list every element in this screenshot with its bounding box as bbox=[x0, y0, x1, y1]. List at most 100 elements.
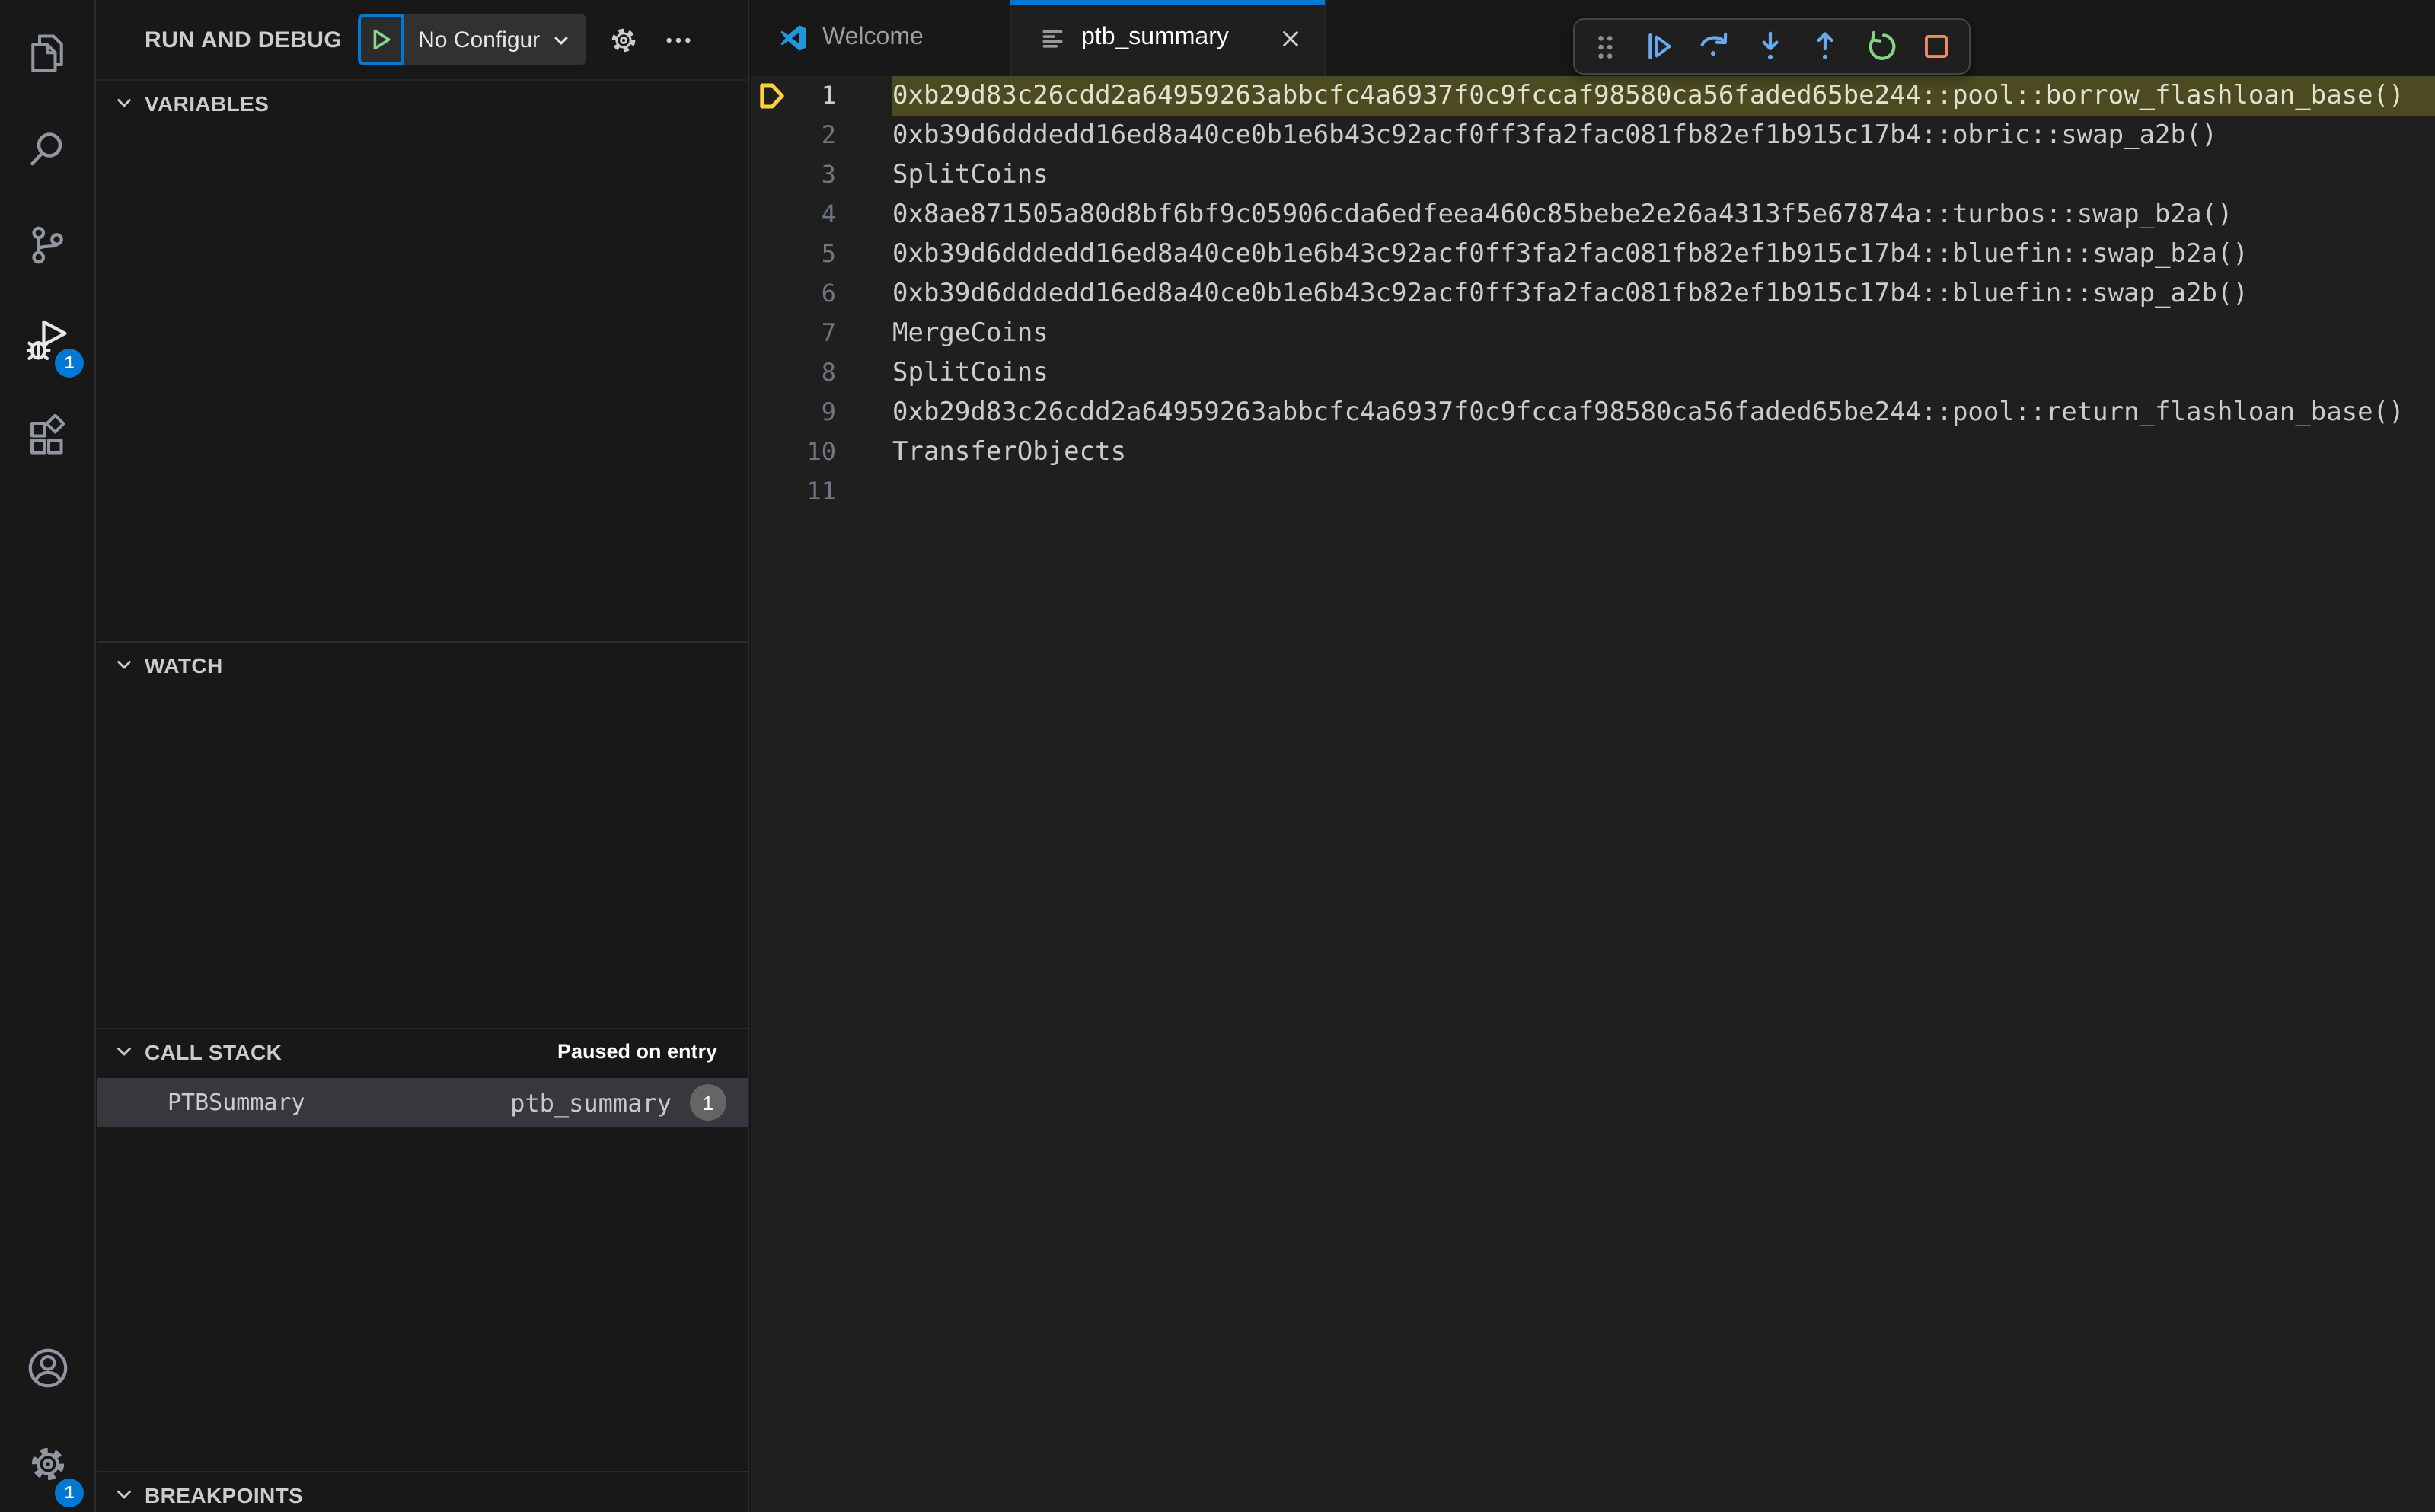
tab-welcome[interactable]: Welcome bbox=[751, 0, 1011, 76]
chevron-down-icon bbox=[551, 30, 570, 49]
code-text: 0xb39d6dddedd16ed8a40ce0b1e6b43c92acf0ff… bbox=[892, 279, 2248, 309]
debug-configuration-label: No Configur bbox=[418, 27, 541, 53]
code-viewport[interactable]: 1 0xb29d83c26cdd2a64959263abbcfc4a6937f0… bbox=[751, 76, 2435, 1512]
activity-extensions[interactable] bbox=[0, 388, 94, 484]
activity-run-debug[interactable]: 1 bbox=[0, 292, 94, 388]
call-stack-section-label: CALL STACK bbox=[145, 1039, 282, 1064]
step-out-icon bbox=[1808, 29, 1843, 64]
call-stack-section-header[interactable]: CALL STACK Paused on entry bbox=[97, 1029, 748, 1073]
step-over-icon bbox=[1696, 29, 1731, 64]
code-line[interactable]: 6 0xb39d6dddedd16ed8a40ce0b1e6b43c92acf0… bbox=[751, 274, 2435, 314]
line-number: 11 bbox=[806, 477, 836, 506]
watch-section: WATCH bbox=[97, 641, 748, 1028]
code-line[interactable]: 10 TransferObjects bbox=[751, 432, 2435, 472]
editor-tab-bar: Welcome ptb_summary bbox=[751, 0, 2435, 76]
chevron-down-icon bbox=[114, 1041, 134, 1061]
line-number: 5 bbox=[821, 239, 836, 268]
settings-count-badge: 1 bbox=[55, 1479, 84, 1507]
step-over-button[interactable] bbox=[1696, 29, 1731, 64]
activity-accounts[interactable] bbox=[0, 1320, 94, 1416]
call-stack-frame-row[interactable]: PTBSummary ptb_summary 1 bbox=[97, 1078, 748, 1127]
stop-icon bbox=[1919, 29, 1954, 64]
code-text: TransferObjects bbox=[892, 437, 1127, 467]
code-text: SplitCoins bbox=[892, 160, 1048, 190]
code-text: 0xb29d83c26cdd2a64959263abbcfc4a6937f0c9… bbox=[892, 76, 2435, 116]
code-line[interactable]: 8 SplitCoins bbox=[751, 353, 2435, 393]
continue-icon bbox=[1641, 29, 1676, 64]
step-into-icon bbox=[1752, 29, 1787, 64]
launch-control: No Configur bbox=[357, 14, 586, 65]
line-number: 6 bbox=[821, 279, 836, 308]
code-line[interactable]: 2 0xb39d6dddedd16ed8a40ce0b1e6b43c92acf0… bbox=[751, 116, 2435, 155]
line-number: 10 bbox=[806, 437, 836, 466]
watch-section-label: WATCH bbox=[145, 652, 223, 677]
continue-button[interactable] bbox=[1641, 29, 1676, 64]
code-line[interactable]: 11 bbox=[751, 472, 2435, 512]
chevron-down-icon bbox=[114, 1485, 134, 1504]
variables-section-header[interactable]: VARIABLES bbox=[97, 81, 748, 125]
code-text: 0x8ae871505a80d8bf6bf9c05906cda6edfeea46… bbox=[892, 199, 2233, 230]
close-icon[interactable] bbox=[1278, 25, 1304, 51]
line-number: 9 bbox=[821, 397, 836, 426]
line-number: 7 bbox=[821, 318, 836, 347]
tab-label: Welcome bbox=[822, 24, 924, 50]
views-more-actions-button[interactable] bbox=[663, 25, 692, 54]
grip-icon bbox=[1590, 30, 1620, 63]
chevron-down-icon bbox=[114, 655, 134, 675]
play-icon bbox=[366, 26, 394, 53]
chevron-down-icon bbox=[114, 93, 134, 113]
toolbar-drag-handle[interactable] bbox=[1590, 30, 1620, 63]
stop-button[interactable] bbox=[1919, 29, 1954, 64]
call-stack-frame-name: PTBSummary bbox=[168, 1089, 305, 1116]
account-icon bbox=[24, 1345, 71, 1392]
tab-ptb-summary[interactable]: ptb_summary bbox=[1010, 0, 1326, 76]
activity-explorer[interactable] bbox=[0, 5, 94, 100]
code-line[interactable]: 1 0xb29d83c26cdd2a64959263abbcfc4a6937f0… bbox=[751, 76, 2435, 116]
ellipsis-icon bbox=[663, 25, 692, 54]
variables-section-label: VARIABLES bbox=[145, 91, 270, 115]
watch-section-header[interactable]: WATCH bbox=[97, 643, 748, 687]
code-line[interactable]: 9 0xb29d83c26cdd2a64959263abbcfc4a6937f0… bbox=[751, 393, 2435, 432]
call-stack-frame-badge: 1 bbox=[690, 1084, 726, 1121]
variables-section: VARIABLES bbox=[97, 81, 748, 641]
code-line[interactable]: 3 SplitCoins bbox=[751, 155, 2435, 195]
step-out-button[interactable] bbox=[1808, 29, 1843, 64]
activity-search[interactable] bbox=[0, 100, 94, 196]
line-number: 4 bbox=[821, 199, 836, 228]
activity-source-control[interactable] bbox=[0, 196, 94, 292]
code-text: MergeCoins bbox=[892, 318, 1048, 349]
debug-status-text: Paused on entry bbox=[557, 1040, 717, 1063]
restart-button[interactable] bbox=[1863, 29, 1898, 64]
step-into-button[interactable] bbox=[1752, 29, 1787, 64]
call-stack-section: CALL STACK Paused on entry PTBSummary pt… bbox=[97, 1028, 748, 1471]
start-debugging-button[interactable] bbox=[357, 14, 404, 65]
debug-current-line-arrow-icon bbox=[751, 81, 790, 111]
editor-group: Welcome ptb_summary 1 0xb29d83c26cdd2a64… bbox=[751, 0, 2435, 1512]
code-line[interactable]: 5 0xb39d6dddedd16ed8a40ce0b1e6b43c92acf0… bbox=[751, 234, 2435, 274]
open-launch-json-button[interactable] bbox=[607, 24, 639, 56]
vscode-window: 1 1 RUN AND DEBUG No Configur VARIABLES … bbox=[0, 0, 2435, 1512]
files-icon bbox=[24, 30, 70, 75]
search-icon bbox=[24, 126, 70, 171]
call-stack-frame-file: ptb_summary bbox=[510, 1088, 672, 1117]
activity-settings[interactable]: 1 bbox=[0, 1416, 94, 1512]
code-text: SplitCoins bbox=[892, 358, 1048, 388]
line-number: 1 bbox=[821, 81, 836, 110]
restart-icon bbox=[1863, 29, 1898, 64]
source-control-icon bbox=[24, 222, 70, 267]
code-text: 0xb39d6dddedd16ed8a40ce0b1e6b43c92acf0ff… bbox=[892, 120, 2217, 151]
breakpoints-section-header[interactable]: BREAKPOINTS bbox=[97, 1472, 748, 1512]
breakpoints-section: BREAKPOINTS bbox=[97, 1471, 748, 1512]
code-line[interactable]: 4 0x8ae871505a80d8bf6bf9c05906cda6edfeea… bbox=[751, 195, 2435, 234]
debug-toolbar bbox=[1573, 18, 1971, 75]
line-number: 2 bbox=[821, 120, 836, 149]
tab-label: ptb_summary bbox=[1081, 24, 1229, 50]
run-debug-sidebar: RUN AND DEBUG No Configur VARIABLES WATC… bbox=[97, 0, 749, 1512]
code-text: 0xb39d6dddedd16ed8a40ce0b1e6b43c92acf0ff… bbox=[892, 239, 2248, 270]
vscode-logo-icon bbox=[780, 24, 807, 52]
code-line[interactable]: 7 MergeCoins bbox=[751, 314, 2435, 353]
code-text: 0xb29d83c26cdd2a64959263abbcfc4a6937f0c9… bbox=[892, 397, 2405, 428]
debug-count-badge: 1 bbox=[55, 349, 84, 378]
debug-configuration-select[interactable]: No Configur bbox=[403, 14, 586, 65]
breakpoints-section-label: BREAKPOINTS bbox=[145, 1482, 304, 1507]
